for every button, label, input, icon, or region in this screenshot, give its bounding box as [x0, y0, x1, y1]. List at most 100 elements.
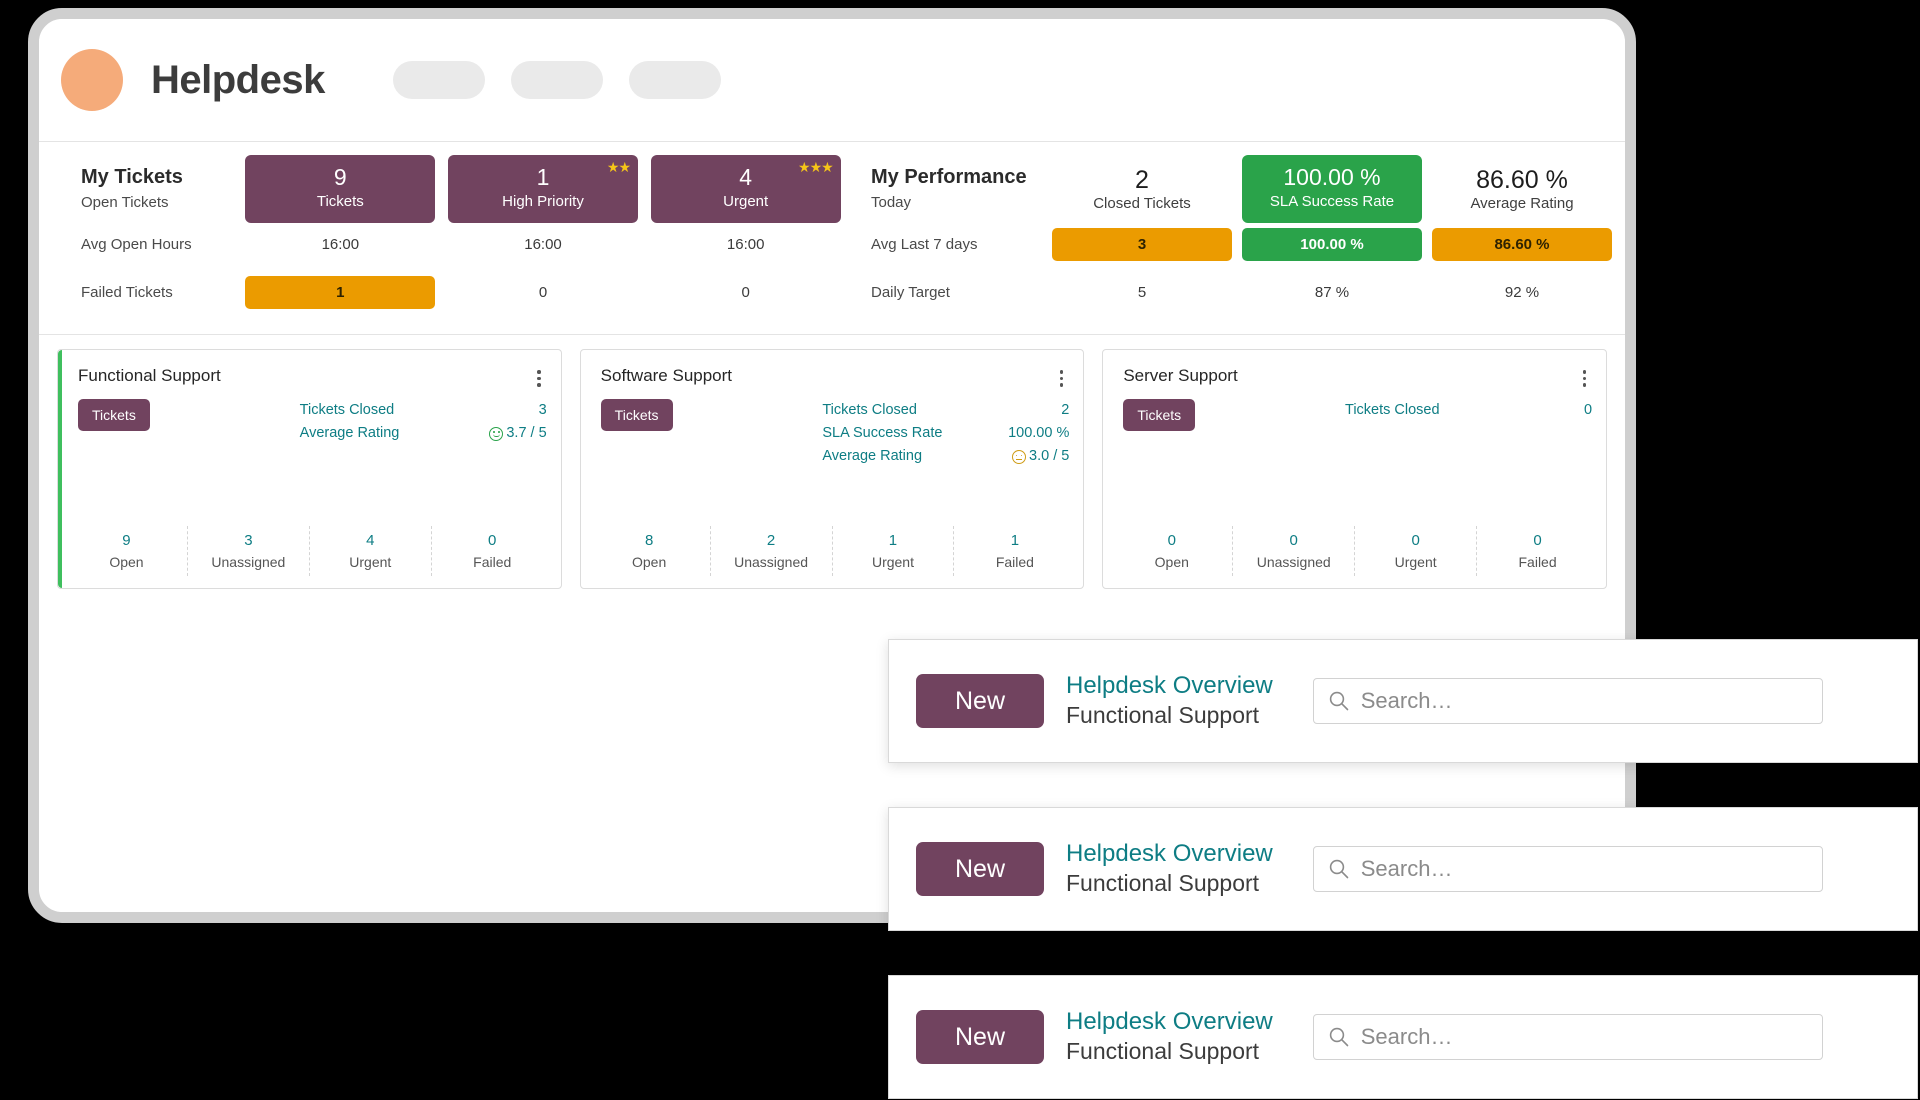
nav-placeholder-1[interactable]: [393, 61, 485, 99]
overlay-panel-1: New Helpdesk Overview Functional Support…: [888, 639, 1918, 763]
stat-cell-average-rating: 86.60 % Average Rating: [1427, 166, 1617, 213]
my-tickets-subtitle: Open Tickets: [81, 193, 239, 213]
footer-stat-value: 0: [1477, 530, 1598, 552]
footer-stat-value: 9: [66, 530, 187, 552]
breadcrumb-current: Functional Support: [1066, 1037, 1273, 1067]
footer-stat-urgent[interactable]: 0 Urgent: [1354, 526, 1476, 576]
stat-label: SLA Success Rate: [822, 422, 942, 445]
footer-stat-urgent[interactable]: 4 Urgent: [309, 526, 431, 576]
footer-stat-failed[interactable]: 0 Failed: [1476, 526, 1598, 576]
row-avg-open-hours: Avg Open Hours 16:00 16:00 16:00: [47, 220, 847, 268]
tile-sla-value: 100.00 %: [1248, 164, 1416, 190]
search-placeholder: Search…: [1361, 1024, 1453, 1050]
footer-stat-label: Failed: [1477, 552, 1598, 572]
row-failed-tickets: Failed Tickets 1 0 0: [47, 268, 847, 316]
breadcrumb[interactable]: Helpdesk Overview: [1066, 839, 1273, 869]
team-card-functional-support[interactable]: Functional Support Tickets Tickets Close…: [57, 349, 562, 589]
search-input[interactable]: Search…: [1313, 1014, 1823, 1060]
footer-stat-unassigned[interactable]: 3 Unassigned: [187, 526, 309, 576]
footer-stat-value: 1: [833, 530, 954, 552]
footer-stat-value: 1: [954, 530, 1075, 552]
more-options-icon[interactable]: [1054, 366, 1070, 391]
footer-stat-label: Urgent: [833, 552, 954, 572]
tickets-button[interactable]: Tickets: [1123, 399, 1195, 431]
tile-cell-tickets: 9 Tickets: [239, 155, 442, 223]
footer-stat-open[interactable]: 0 Open: [1111, 526, 1232, 576]
tile-tickets[interactable]: 9 Tickets: [245, 155, 435, 223]
breadcrumb[interactable]: Helpdesk Overview: [1066, 671, 1273, 701]
avg-open-hours-high-priority: 16:00: [447, 236, 640, 253]
tile-high-priority-value: 1: [454, 164, 632, 190]
footer-stat-value: 0: [1111, 530, 1232, 552]
team-card-title: Server Support: [1123, 366, 1237, 386]
stat-row[interactable]: Average Rating 3.7 / 5: [300, 422, 547, 445]
stat-row[interactable]: Average Rating 3.0 / 5: [822, 445, 1069, 468]
footer-stat-value: 0: [432, 530, 553, 552]
stat-row[interactable]: Tickets Closed 0: [1345, 399, 1592, 422]
search-input[interactable]: Search…: [1313, 678, 1823, 724]
search-placeholder: Search…: [1361, 856, 1453, 882]
nav-placeholder-2[interactable]: [511, 61, 603, 99]
daily-target-average-rating: 92 %: [1432, 284, 1612, 301]
stars-icon-urgent: ★★★: [798, 159, 833, 176]
footer-stat-label: Urgent: [310, 552, 431, 572]
stat-row[interactable]: SLA Success Rate 100.00 %: [822, 422, 1069, 445]
search-icon: [1328, 690, 1350, 712]
team-stat-list: Tickets Closed 0: [1345, 399, 1592, 526]
my-tickets-title: My Tickets: [81, 165, 239, 189]
tile-tickets-value: 9: [251, 164, 429, 190]
tile-cell-urgent: ★★★ 4 Urgent: [644, 155, 847, 223]
avatar[interactable]: [61, 49, 123, 111]
footer-stat-failed[interactable]: 1 Failed: [953, 526, 1075, 576]
tickets-button[interactable]: Tickets: [78, 399, 150, 431]
avg7-sla-success-rate[interactable]: 100.00 %: [1242, 228, 1422, 261]
search-icon: [1328, 1026, 1350, 1048]
tile-urgent[interactable]: ★★★ 4 Urgent: [651, 155, 841, 223]
footer-stat-value: 0: [1355, 530, 1476, 552]
breadcrumb[interactable]: Helpdesk Overview: [1066, 1007, 1273, 1037]
footer-stat-label: Open: [66, 552, 187, 572]
footer-stat-open[interactable]: 8 Open: [589, 526, 710, 576]
footer-stat-failed[interactable]: 0 Failed: [431, 526, 553, 576]
team-cards-row: Functional Support Tickets Tickets Close…: [39, 335, 1625, 589]
new-button[interactable]: New: [916, 674, 1044, 728]
footer-stat-value: 4: [310, 530, 431, 552]
failed-tickets-urgent: 0: [649, 284, 842, 301]
new-button[interactable]: New: [916, 842, 1044, 896]
tile-high-priority[interactable]: ★★ 1 High Priority: [448, 155, 638, 223]
overlay-titles: Helpdesk Overview Functional Support: [1066, 1007, 1273, 1067]
failed-tickets-tickets[interactable]: 1: [245, 276, 435, 309]
footer-stat-unassigned[interactable]: 2 Unassigned: [710, 526, 832, 576]
footer-stat-label: Failed: [432, 552, 553, 572]
footer-stat-value: 2: [711, 530, 832, 552]
breadcrumb-current: Functional Support: [1066, 869, 1273, 899]
stat-row[interactable]: Tickets Closed 3: [300, 399, 547, 422]
footer-stat-value: 0: [1233, 530, 1354, 552]
breadcrumb-current: Functional Support: [1066, 701, 1273, 731]
screenshot-root: Helpdesk My Tickets Open Tickets: [0, 0, 1920, 1100]
tile-sla-success-rate[interactable]: 100.00 % SLA Success Rate: [1242, 155, 1422, 223]
new-button[interactable]: New: [916, 1010, 1044, 1064]
avg7-closed-tickets[interactable]: 3: [1052, 228, 1232, 261]
search-placeholder: Search…: [1361, 688, 1453, 714]
stat-value: 3.0 / 5: [1029, 445, 1069, 468]
stat-average-rating-value: 86.60 %: [1470, 166, 1573, 195]
tickets-button[interactable]: Tickets: [601, 399, 673, 431]
stat-label: Average Rating: [300, 422, 400, 445]
more-options-icon[interactable]: [531, 366, 547, 391]
footer-stat-value: 3: [188, 530, 309, 552]
footer-stat-urgent[interactable]: 1 Urgent: [832, 526, 954, 576]
stat-value: 3.7 / 5: [506, 422, 546, 445]
team-card-server-support[interactable]: Server Support Tickets Tickets Closed 0: [1102, 349, 1607, 589]
more-options-icon[interactable]: [1577, 366, 1593, 391]
row-label-daily-target: Daily Target: [871, 284, 1047, 301]
search-input[interactable]: Search…: [1313, 846, 1823, 892]
footer-stat-open[interactable]: 9 Open: [66, 526, 187, 576]
stat-row[interactable]: Tickets Closed 2: [822, 399, 1069, 422]
my-performance-title: My Performance: [871, 165, 1047, 189]
avg-open-hours-tickets: 16:00: [244, 236, 437, 253]
team-card-software-support[interactable]: Software Support Tickets Tickets Closed …: [580, 349, 1085, 589]
footer-stat-unassigned[interactable]: 0 Unassigned: [1232, 526, 1354, 576]
avg7-average-rating[interactable]: 86.60 %: [1432, 228, 1612, 261]
nav-placeholder-3[interactable]: [629, 61, 721, 99]
